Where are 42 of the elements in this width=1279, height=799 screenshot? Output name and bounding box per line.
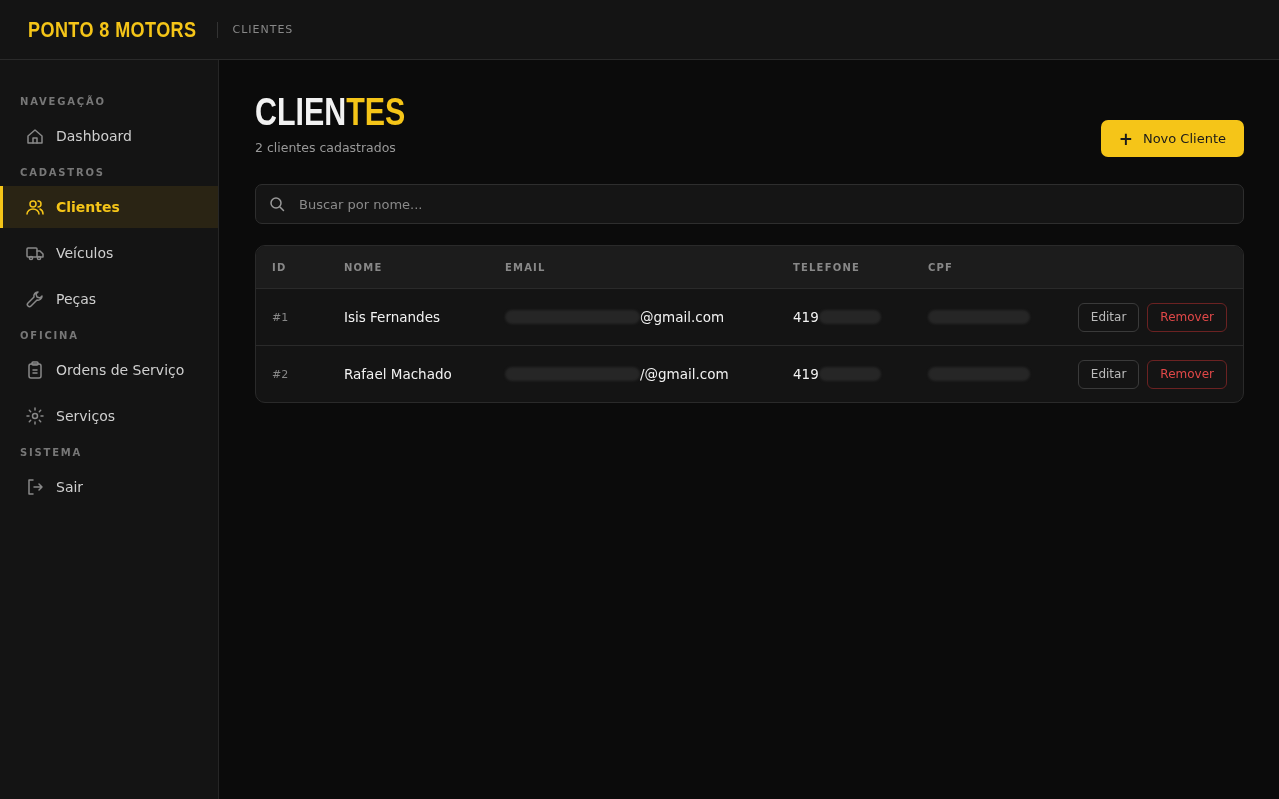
column-header: TELEFONE: [793, 261, 861, 273]
sidebar-item[interactable]: Clientes: [0, 186, 218, 228]
section-title: OFICINA: [19, 329, 80, 343]
column-header: NOME: [344, 261, 384, 273]
brand-logo: PONTO 8 MOTORS: [28, 16, 197, 43]
table-cell: 419: [793, 309, 819, 325]
section-title: NAVEGAÇÃO: [19, 94, 107, 109]
sun-icon: [25, 406, 45, 426]
table-cell-text: #1: [272, 310, 290, 324]
sidebar-item[interactable]: Veículos: [0, 232, 218, 274]
users-icon: [25, 197, 45, 217]
wrench-icon: [25, 289, 45, 309]
table-cell-text: #2: [272, 367, 290, 381]
new-client-button[interactable]: + Novo Cliente: [1100, 120, 1244, 157]
edit-button[interactable]: Editar: [1077, 359, 1140, 389]
search-icon: [269, 196, 285, 212]
column-header: ID: [272, 261, 288, 273]
home-icon: [25, 126, 45, 146]
logout-icon: [25, 477, 45, 497]
search-field[interactable]: Buscar por nome...: [255, 184, 1244, 224]
section-title: CADASTROS: [19, 166, 106, 180]
remove-button[interactable]: Remover: [1147, 359, 1227, 389]
sidebar-item[interactable]: Sair: [0, 466, 218, 508]
table-cell-text: Rafael Machado: [344, 366, 453, 382]
search-input[interactable]: Buscar por nome...: [297, 195, 1230, 213]
edit-button[interactable]: Editar: [1077, 302, 1140, 332]
page-subtitle: 2 clientes cadastrados: [255, 140, 397, 155]
table-cell-text: Isis Fernandes: [344, 309, 442, 325]
sidebar-item[interactable]: Serviços: [0, 395, 218, 437]
sidebar-item[interactable]: Ordens de Serviço: [0, 349, 218, 391]
table-cell: 419: [793, 366, 819, 382]
sidebar-item[interactable]: Dashboard: [0, 115, 218, 157]
clipboard-icon: [25, 360, 45, 380]
column-header: EMAIL: [505, 261, 547, 273]
remove-button[interactable]: Remover: [1147, 302, 1227, 332]
section-title: SISTEMA: [19, 446, 84, 460]
sidebar-item[interactable]: Peças: [0, 278, 218, 320]
page-title: CLIENTES: [255, 92, 406, 132]
table-cell: /@gmail.com: [640, 366, 729, 382]
breadcrumb: CLIENTES: [232, 23, 294, 36]
column-header: CPF: [928, 261, 955, 273]
table-cell: @gmail.com: [640, 309, 725, 325]
